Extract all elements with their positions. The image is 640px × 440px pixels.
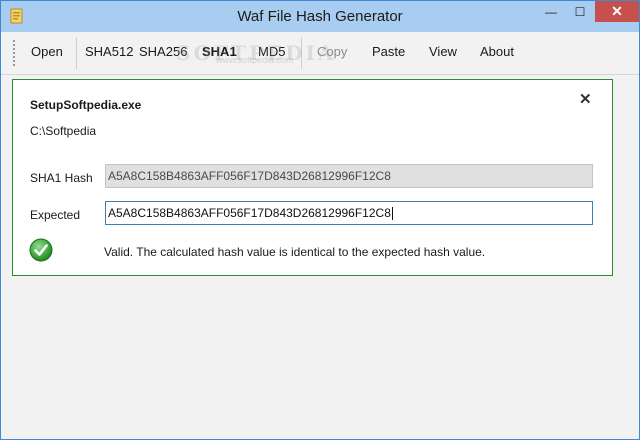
expected-hash-text: A5A8C158B4863AFF056F17D843D26812996F12C8 (108, 206, 391, 220)
hash-label: SHA1 Hash (30, 171, 93, 185)
menu-separator (76, 37, 77, 69)
menu-bar: Open SHA512 SHA256 SHA1 MD5 Copy Paste V… (1, 32, 639, 75)
expected-hash-input[interactable]: A5A8C158B4863AFF056F17D843D26812996F12C8 (105, 201, 593, 225)
file-path: C:\Softpedia (30, 124, 97, 138)
close-window-button[interactable]: ✕ (595, 1, 639, 22)
menu-item-paste[interactable]: Paste (372, 44, 405, 59)
watermark-url: www.softpedia.com (216, 55, 294, 65)
text-caret (391, 207, 393, 221)
hash-value-field[interactable]: A5A8C158B4863AFF056F17D843D26812996F12C8 (105, 164, 593, 188)
close-panel-icon[interactable]: ✕ (579, 90, 592, 108)
menu-item-view[interactable]: View (429, 44, 457, 59)
validation-status-text: Valid. The calculated hash value is iden… (104, 245, 486, 259)
toolbar-grip-icon[interactable] (13, 40, 15, 66)
hash-result-panel: SetupSoftpedia.exe C:\Softpedia ✕ SHA1 H… (12, 79, 613, 276)
check-icon (29, 238, 53, 262)
menu-item-open[interactable]: Open (31, 44, 63, 59)
app-window: Waf File Hash Generator — ☐ ✕ Open SHA51… (0, 0, 640, 440)
file-name: SetupSoftpedia.exe (30, 98, 142, 112)
minimize-button[interactable]: — (537, 1, 565, 22)
menu-item-about[interactable]: About (480, 44, 514, 59)
expected-label: Expected (30, 208, 81, 222)
menu-item-sha512[interactable]: SHA512 (85, 44, 133, 59)
title-bar[interactable]: Waf File Hash Generator — ☐ ✕ (1, 1, 639, 32)
maximize-button[interactable]: ☐ (566, 1, 594, 22)
